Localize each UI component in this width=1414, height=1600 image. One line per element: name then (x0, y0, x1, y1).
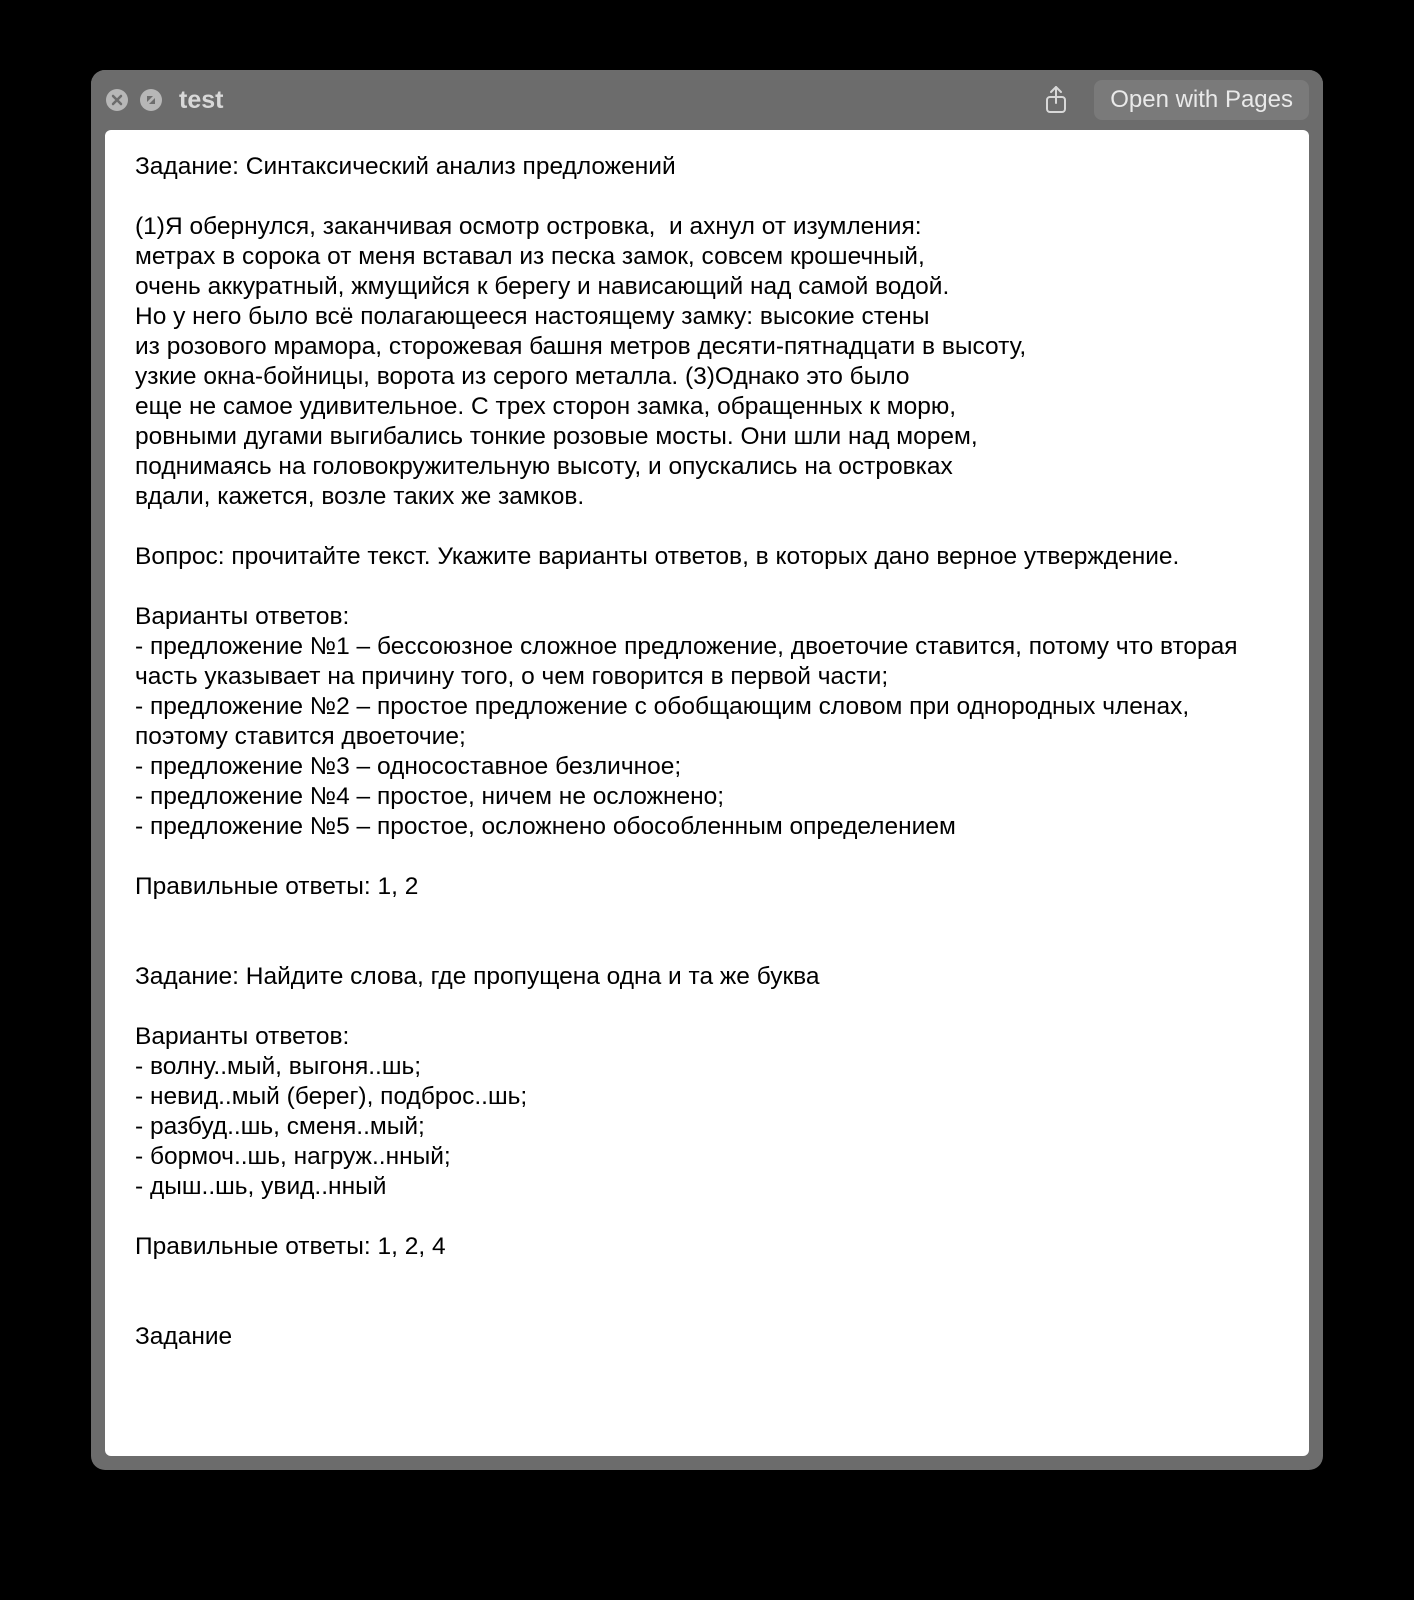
open-with-button[interactable]: Open with Pages (1094, 80, 1309, 120)
task2-answers: Правильные ответы: 1, 2, 4 (135, 1232, 1279, 1262)
task3-title: Задание (135, 1322, 1279, 1352)
task2-options: - волну..мый, выгоня..шь; - невид..мый (… (135, 1052, 1279, 1202)
task1-title: Задание: Синтаксический анализ предложен… (135, 152, 1279, 182)
window-title: test (179, 86, 223, 115)
titlebar-controls: test (105, 86, 223, 115)
task1-text: (1)Я обернулся, заканчивая осмотр остров… (135, 212, 1279, 512)
share-icon[interactable] (1036, 80, 1076, 120)
close-icon[interactable] (105, 88, 129, 112)
task1-question: Вопрос: прочитайте текст. Укажите вариан… (135, 542, 1279, 572)
task1-answers: Правильные ответы: 1, 2 (135, 872, 1279, 902)
task1-options-header: Варианты ответов: (135, 602, 1279, 632)
document-content: Задание: Синтаксический анализ предложен… (105, 130, 1309, 1456)
task2-title: Задание: Найдите слова, где пропущена од… (135, 962, 1279, 992)
expand-icon[interactable] (139, 88, 163, 112)
titlebar: test Open with Pages (91, 70, 1323, 130)
task1-options: - предложение №1 – бессоюзное сложное пр… (135, 632, 1279, 842)
task2-options-header: Варианты ответов: (135, 1022, 1279, 1052)
quicklook-window: test Open with Pages Задание: Синтаксиче… (91, 70, 1323, 1470)
